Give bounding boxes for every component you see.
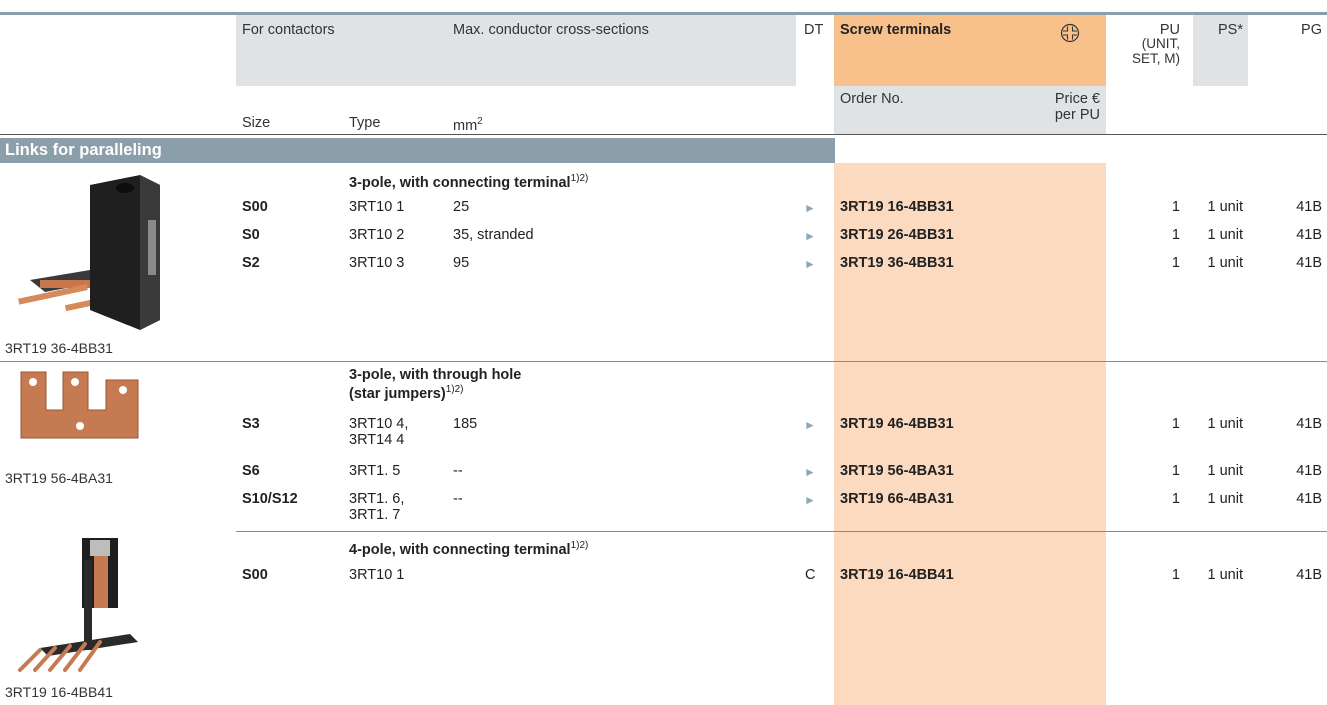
row-type-line2: 3RT14 4: [349, 432, 405, 448]
row-mm: 25: [453, 199, 470, 215]
image-caption: 3RT19 56-4BA31: [5, 470, 113, 486]
image-caption: 3RT19 36-4BB31: [5, 340, 113, 356]
group-separator: [0, 361, 1327, 362]
row-order-no[interactable]: 3RT19 66-4BA31: [840, 491, 954, 507]
row-type: 3RT1. 5: [349, 463, 401, 479]
header-size: Size: [242, 115, 271, 131]
row-order-no[interactable]: 3RT19 26-4BB31: [840, 227, 954, 243]
row-order-no[interactable]: 3RT19 16-4BB31: [840, 199, 954, 215]
group-heading-line2: (star jumpers)1)2): [349, 384, 464, 402]
product-image-3rt19-36-4bb31: [18, 175, 160, 330]
row-order-no[interactable]: 3RT19 16-4BB41: [840, 567, 954, 583]
row-type: 3RT10 1: [349, 199, 405, 215]
product-image-3rt19-56-4ba31: [20, 371, 139, 439]
row-type: 3RT10 2: [349, 227, 405, 243]
group-heading: 3-pole, with through hole: [349, 367, 522, 383]
group-heading: 4-pole, with connecting terminal1)2): [349, 540, 589, 558]
row-dt-arrow: ►: [804, 257, 816, 271]
row-pg: 41B: [1296, 199, 1322, 215]
header-mm: mm2: [453, 116, 483, 134]
screw-terminal-icon: [1060, 23, 1080, 43]
row-pg: 41B: [1296, 491, 1322, 507]
header-type: Type: [349, 115, 381, 131]
header-order-no: Order No.: [840, 91, 904, 107]
header-rule: [0, 134, 1327, 135]
header-for-contactors: For contactors: [242, 22, 335, 38]
row-mm: 185: [453, 416, 478, 432]
row-dt-arrow: ►: [804, 229, 816, 243]
row-pu: 1: [1171, 227, 1180, 243]
row-ps: 1 unit: [1207, 227, 1243, 243]
order-column-bg: [834, 163, 1106, 705]
row-size: S3: [242, 416, 260, 432]
row-pg: 41B: [1296, 227, 1322, 243]
row-ps: 1 unit: [1207, 199, 1243, 215]
row-ps: 1 unit: [1207, 416, 1243, 432]
row-type: 3RT1. 6,: [349, 491, 405, 507]
header-screw-terminals: Screw terminals: [840, 22, 952, 38]
row-size: S00: [242, 567, 268, 583]
row-mm: 35, stranded: [453, 227, 534, 243]
row-mm: --: [453, 491, 463, 507]
row-dt-arrow: ►: [804, 418, 816, 432]
row-pg: 41B: [1296, 255, 1322, 271]
row-pu: 1: [1171, 491, 1180, 507]
row-type: 3RT10 1: [349, 567, 405, 583]
row-pu: 1: [1171, 255, 1180, 271]
row-size: S2: [242, 255, 260, 271]
row-order-no[interactable]: 3RT19 36-4BB31: [840, 255, 954, 271]
row-mm: --: [453, 463, 463, 479]
header-per-pu: per PU: [1054, 107, 1100, 123]
header-dt: DT: [804, 22, 824, 38]
row-ps: 1 unit: [1207, 463, 1243, 479]
row-dt-arrow: ►: [804, 201, 816, 215]
header-pu-sub2: SET, M): [1131, 51, 1180, 66]
image-caption: 3RT19 16-4BB41: [5, 684, 113, 700]
row-type: 3RT10 3: [349, 255, 405, 271]
row-ps: 1 unit: [1207, 255, 1243, 271]
row-ps: 1 unit: [1207, 491, 1243, 507]
row-type-line2: 3RT1. 7: [349, 507, 401, 523]
row-pg: 41B: [1296, 416, 1322, 432]
row-dt: C: [805, 567, 816, 583]
row-type: 3RT10 4,: [349, 416, 409, 432]
row-pu: 1: [1171, 567, 1180, 583]
row-pg: 41B: [1296, 567, 1322, 583]
header-price: Price €: [1054, 91, 1100, 107]
product-image-3rt19-16-4bb41: [18, 538, 138, 672]
row-dt-arrow: ►: [804, 493, 816, 507]
group-separator: [236, 531, 1327, 532]
row-size: S0: [242, 227, 260, 243]
row-pu: 1: [1171, 416, 1180, 432]
row-size: S6: [242, 463, 260, 479]
row-size: S10/S12: [242, 491, 298, 507]
row-order-no[interactable]: 3RT19 46-4BB31: [840, 416, 954, 432]
header-pg: PG: [1301, 22, 1322, 38]
header-pu-sub1: (UNIT,: [1141, 36, 1180, 51]
row-size: S00: [242, 199, 268, 215]
row-pg: 41B: [1296, 463, 1322, 479]
header-ps: PS*: [1218, 22, 1243, 38]
row-order-no[interactable]: 3RT19 56-4BA31: [840, 463, 954, 479]
row-ps: 1 unit: [1207, 567, 1243, 583]
section-title: Links for paralleling: [5, 141, 162, 159]
row-mm: 95: [453, 255, 470, 271]
row-dt-arrow: ►: [804, 465, 816, 479]
row-pu: 1: [1171, 199, 1180, 215]
group-heading: 3-pole, with connecting terminal1)2): [349, 173, 589, 191]
header-max-conductor: Max. conductor cross-sections: [453, 22, 649, 38]
row-pu: 1: [1171, 463, 1180, 479]
